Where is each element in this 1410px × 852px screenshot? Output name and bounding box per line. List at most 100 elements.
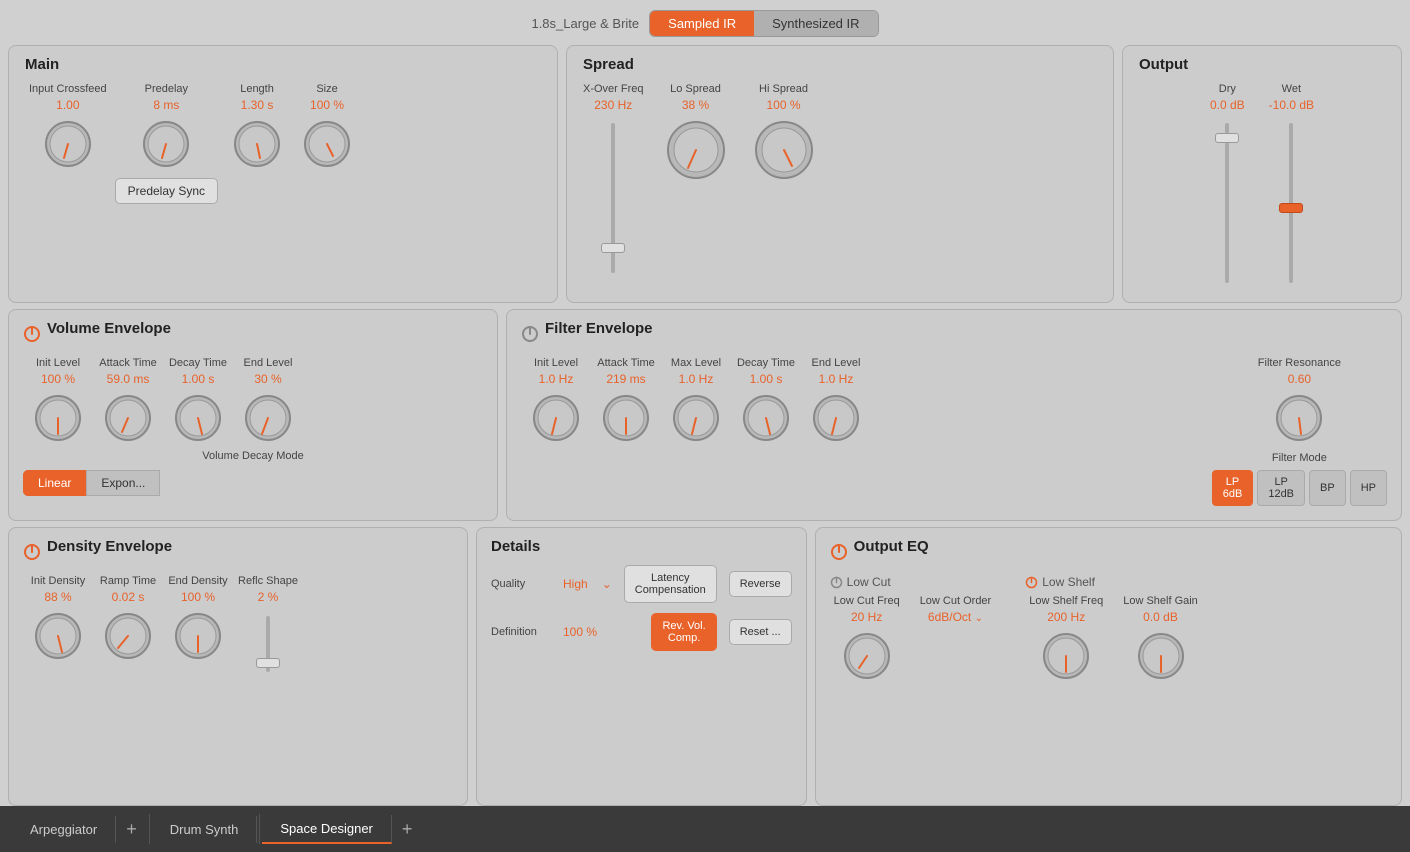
quality-dropdown-icon[interactable]: ⌄ [602,577,612,591]
reverse-button[interactable]: Reverse [729,571,792,597]
ve-decay-time-item: Decay Time 1.00 s [163,357,233,444]
density-env-power-icon[interactable] [23,543,41,561]
low-cut-power-icon[interactable] [830,576,843,589]
low-shelf-gain-knob[interactable] [1135,630,1187,682]
output-eq-title: Output EQ [854,538,929,555]
fe-init-level-item: Init Level 1.0 Hz [521,357,591,444]
ve-init-level-item: Init Level 100 % [23,357,93,444]
details-panel: Details Quality High ⌄ LatencyCompensati… [476,527,807,806]
row3: Density Envelope Init Density 88 % Ramp … [0,521,1410,806]
filter-env-title: Filter Envelope [545,320,653,337]
synthesized-ir-button[interactable]: Synthesized IR [754,11,877,36]
ve-decay-time-knob[interactable] [172,392,224,444]
taskbar-drum-synth[interactable]: Drum Synth [152,816,258,843]
low-shelf-freq-knob[interactable] [1040,630,1092,682]
low-shelf-subtitle: Low Shelf [1025,575,1202,589]
rev-vol-comp-button[interactable]: Rev. Vol.Comp. [651,613,716,651]
low-cut-freq-label: Low Cut Freq [834,595,900,607]
low-shelf-label: Low Shelf [1042,575,1095,589]
fe-end-level-label: End Level [812,357,861,369]
reflc-shape-slider-thumb[interactable] [256,658,280,668]
taskbar-sep2 [259,814,260,844]
main-title: Main [25,56,541,73]
taskbar-sep1 [149,814,150,844]
ve-init-level-knob[interactable] [32,392,84,444]
vol-env-header: Volume Envelope [23,320,483,347]
density-env-header: Density Envelope [23,538,453,565]
low-cut-freq-knob[interactable] [841,630,893,682]
fe-max-level-knob[interactable] [670,392,722,444]
length-knob-item: Length 1.30 s [222,83,292,170]
predelay-knob[interactable] [140,118,192,170]
filter-mode-bp-button[interactable]: BP [1309,470,1346,506]
low-shelf-gain-value: 0.0 dB [1143,610,1178,624]
ve-attack-time-item: Attack Time 59.0 ms [93,357,163,444]
vol-env-title: Volume Envelope [47,320,171,337]
input-crossfeed-knob[interactable] [42,118,94,170]
de-ramp-time-knob[interactable] [102,610,154,662]
lo-spread-value: 38 % [682,98,709,112]
filter-resonance-value: 0.60 [1288,372,1311,386]
taskbar-add-after-arp[interactable]: + [116,819,147,840]
dry-label: Dry [1219,83,1236,95]
size-knob-item: Size 100 % [292,83,362,170]
fe-attack-time-knob[interactable] [600,392,652,444]
fe-attack-time-value: 219 ms [606,372,645,386]
predelay-knob-item: Predelay 8 ms Predelay Sync [111,83,222,204]
ve-decay-time-label: Decay Time [169,357,227,369]
filter-mode-lp12-button[interactable]: LP12dB [1257,470,1305,506]
fe-end-level-value: 1.0 Hz [819,372,854,386]
vol-env-power-icon[interactable] [23,325,41,343]
vol-decay-linear-button[interactable]: Linear [23,470,86,496]
output-eq-power-icon[interactable] [830,543,848,561]
de-end-density-value: 100 % [181,590,215,604]
hi-spread-knob[interactable] [752,118,816,182]
filter-mode-lp6-button[interactable]: LP6dB [1212,470,1254,506]
filter-resonance-knob[interactable] [1273,392,1325,444]
de-end-density-item: End Density 100 % [163,575,233,662]
fe-attack-time-label: Attack Time [597,357,654,369]
dry-slider-thumb[interactable] [1215,133,1239,143]
ve-end-level-knob[interactable] [242,392,294,444]
taskbar-arpeggiator[interactable]: Arpeggiator [12,816,116,843]
vol-decay-exponential-button[interactable]: Expon... [86,470,160,496]
predelay-sync-button[interactable]: Predelay Sync [115,178,218,204]
row2: Volume Envelope Init Level 100 % Attack … [0,303,1410,521]
size-value: 100 % [310,98,344,112]
taskbar-add-after-sd[interactable]: + [392,819,423,840]
quality-row: Quality High ⌄ LatencyCompensation Rever… [491,565,792,603]
size-knob[interactable] [301,118,353,170]
wet-value: -10.0 dB [1269,98,1314,112]
fe-decay-time-knob[interactable] [740,392,792,444]
fe-max-level-label: Max Level [671,357,721,369]
de-init-density-value: 88 % [44,590,71,604]
filter-mode-hp-button[interactable]: HP [1350,470,1387,506]
lo-spread-knob[interactable] [664,118,728,182]
de-reflc-shape-item: Reflc Shape 2 % [233,575,303,674]
low-shelf-gain-item: Low Shelf Gain 0.0 dB [1119,595,1202,682]
taskbar-space-designer[interactable]: Space Designer [262,815,392,844]
low-shelf-gain-label: Low Shelf Gain [1123,595,1198,607]
length-knob[interactable] [231,118,283,170]
reset-button[interactable]: Reset ... [729,619,792,645]
sampled-ir-button[interactable]: Sampled IR [650,11,754,36]
xover-slider-thumb[interactable] [601,243,625,253]
filter-env-power-icon[interactable] [521,325,539,343]
low-shelf-power-icon[interactable] [1025,576,1038,589]
wet-slider-thumb[interactable] [1279,203,1303,213]
low-cut-order-label: Low Cut Order [920,595,992,607]
main-knobs: Input Crossfeed 1.00 Predelay 8 ms [25,83,541,204]
fe-init-level-knob[interactable] [530,392,582,444]
output-title: Output [1139,56,1385,73]
ve-attack-time-knob[interactable] [102,392,154,444]
output-eq-panel: Output EQ Low Cut Low Cut Freq [815,527,1402,806]
dry-value: 0.0 dB [1210,98,1245,112]
fe-end-level-knob[interactable] [810,392,862,444]
fe-init-level-value: 1.0 Hz [539,372,574,386]
de-end-density-knob[interactable] [172,610,224,662]
de-end-density-label: End Density [168,575,227,587]
latency-compensation-button[interactable]: LatencyCompensation [624,565,717,603]
de-init-density-knob[interactable] [32,610,84,662]
ve-end-level-label: End Level [244,357,293,369]
ve-init-level-value: 100 % [41,372,75,386]
